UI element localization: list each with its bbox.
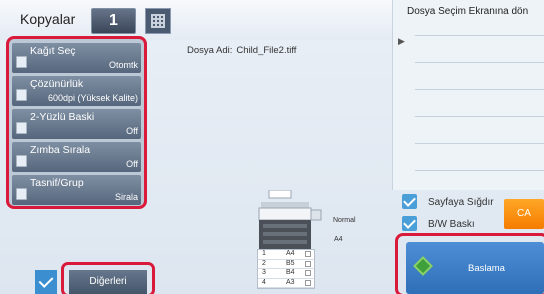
panel-expand-icon[interactable]: ▶ xyxy=(398,36,405,47)
function-panel: Kağıt Seç Otomtk Çözünürlük 600dpi (Yüks… xyxy=(6,36,147,209)
divider xyxy=(415,143,544,144)
tray-row: 2 B5 xyxy=(258,259,314,269)
divider xyxy=(415,170,544,171)
resolution-icon xyxy=(16,89,27,101)
file-name-prefix: Dosya Adi: xyxy=(187,45,233,56)
function-title: Çözünürlük xyxy=(30,78,84,90)
function-value: Sirala xyxy=(114,192,138,202)
tray-paper-icon xyxy=(305,279,311,286)
sort-group-button[interactable]: Tasnif/Grup Sirala xyxy=(12,175,141,205)
tray-paper-icon xyxy=(305,251,311,257)
function-value: Off xyxy=(126,159,138,169)
tray-number: 3 xyxy=(262,269,266,276)
divider xyxy=(415,62,544,63)
fit-to-page-label: Sayfaya Sığdır xyxy=(428,197,494,208)
function-value: Otomtk xyxy=(108,60,138,70)
duplex-button[interactable]: 2-Yüzlü Baski Off xyxy=(12,109,141,139)
bw-print-checkbox[interactable] xyxy=(402,216,417,231)
function-title: Zımba Sırala xyxy=(30,144,91,156)
keypad-button[interactable] xyxy=(145,8,171,34)
function-title: 2-Yüzlü Baski xyxy=(30,111,95,123)
clear-all-button[interactable]: CA xyxy=(504,199,544,229)
function-title: Kağıt Seç xyxy=(30,45,76,57)
tray-row: 1 A4 xyxy=(258,250,314,260)
paper-icon xyxy=(16,56,27,68)
tray-size: B5 xyxy=(286,259,295,267)
divider xyxy=(415,89,544,90)
function-value: 600dpi (Yüksek Kalite) xyxy=(47,93,138,103)
duplex-icon xyxy=(16,122,27,134)
fit-to-page-checkbox[interactable] xyxy=(402,194,417,209)
tray-row: 3 B4 xyxy=(258,269,314,279)
others-button[interactable]: Diğerleri xyxy=(69,270,147,294)
right-panel: ▶ Dosya Seçim Ekranına dön xyxy=(392,0,544,190)
keypad-grid-icon xyxy=(151,14,165,28)
others-check-icon[interactable] xyxy=(35,270,57,294)
start-icon xyxy=(413,256,433,276)
tray-number: 2 xyxy=(262,259,266,267)
tray-table: 1 A4 2 B5 3 B4 4 A3 xyxy=(257,249,315,289)
copies-label: Kopyalar xyxy=(20,11,76,27)
divider xyxy=(415,116,544,117)
tray-number: 1 xyxy=(262,250,266,257)
copy-screen: Kopyalar 1 Kağıt Seç Otomtk Çözünürlük 6… xyxy=(0,0,544,294)
tray-paper-icon xyxy=(305,270,311,276)
copies-count-field[interactable]: 1 xyxy=(91,8,136,34)
paper-type-label: Normal xyxy=(333,217,356,224)
file-name-label: Dosya Adi: Child_File2.tiff xyxy=(187,45,296,56)
start-label: Baslama xyxy=(468,263,505,274)
tray-size: A4 xyxy=(286,250,295,257)
tray-number: 4 xyxy=(262,278,266,286)
staple-sort-button[interactable]: Zımba Sırala Off xyxy=(12,142,141,172)
output-paper-label: A4 xyxy=(334,236,343,243)
back-to-file-select-button[interactable]: Dosya Seçim Ekranına dön xyxy=(407,6,528,17)
start-button[interactable]: Baslama xyxy=(406,242,544,294)
tray-size: A3 xyxy=(286,278,295,286)
paper-select-button[interactable]: Kağıt Seç Otomtk xyxy=(12,43,141,73)
file-name-value: Child_File2.tiff xyxy=(236,45,297,56)
tray-size: B4 xyxy=(286,269,295,276)
tray-paper-icon xyxy=(305,260,311,267)
tray-row: 4 A3 xyxy=(258,278,314,288)
function-value: Off xyxy=(126,126,138,136)
bw-print-label: B/W Baskı xyxy=(428,219,475,230)
divider xyxy=(415,35,544,36)
sort-icon xyxy=(16,188,27,200)
printer-icon xyxy=(258,190,322,250)
staple-icon xyxy=(16,155,27,167)
resolution-button[interactable]: Çözünürlük 600dpi (Yüksek Kalite) xyxy=(12,76,141,106)
function-title: Tasnif/Grup xyxy=(30,177,84,189)
